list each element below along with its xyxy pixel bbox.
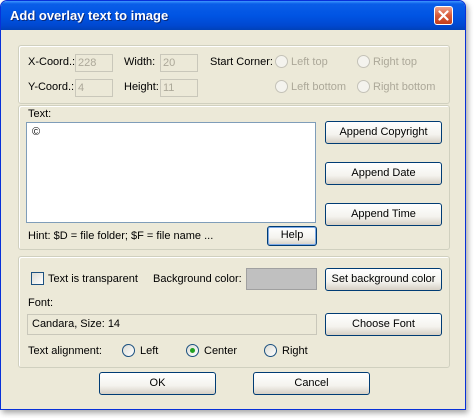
overlay-text-value: © <box>32 126 41 138</box>
transparent-label: Text is transparent <box>48 273 138 285</box>
text-label: Text: <box>28 108 52 120</box>
y-coord-label: Y-Coord.: <box>28 81 75 93</box>
align-center-label: Center <box>204 345 238 357</box>
align-left-label: Left <box>140 345 159 357</box>
align-right-label: Right <box>282 345 308 357</box>
overlay-text-area[interactable]: © <box>26 122 316 223</box>
corner-left-bottom-radio[interactable] <box>275 80 288 93</box>
bg-color-label: Background color: <box>153 273 242 285</box>
align-center-radio[interactable] <box>186 344 199 357</box>
ok-button[interactable]: OK <box>99 372 216 395</box>
help-button[interactable]: Help <box>267 226 317 246</box>
height-label: Height: <box>124 81 159 93</box>
hint-text: Hint: $D = file folder; $F = file name .… <box>28 230 214 242</box>
window-title: Add overlay text to image <box>10 8 169 23</box>
corner-right-bottom-radio[interactable] <box>357 80 370 93</box>
align-left-radio[interactable] <box>122 344 135 357</box>
cancel-button[interactable]: Cancel <box>253 372 370 395</box>
append-time-button[interactable]: Append Time <box>325 203 442 226</box>
corner-left-top-radio[interactable] <box>275 55 288 68</box>
width-field[interactable]: 20 <box>160 54 198 72</box>
corner-right-top-radio[interactable] <box>357 55 370 68</box>
dialog-window: Add overlay text to image X-Coord.: 228 … <box>0 0 466 410</box>
width-label: Width: <box>124 56 156 68</box>
close-button[interactable] <box>434 6 453 25</box>
append-copyright-button[interactable]: Append Copyright <box>325 121 442 144</box>
x-coord-field[interactable]: 228 <box>75 54 113 72</box>
font-label: Font: <box>28 297 54 309</box>
align-right-radio[interactable] <box>264 344 277 357</box>
close-icon <box>438 10 449 21</box>
choose-font-button[interactable]: Choose Font <box>325 313 442 336</box>
corner-left-bottom-label: Left bottom <box>291 81 347 93</box>
transparent-checkbox[interactable] <box>31 272 44 285</box>
set-bg-color-button[interactable]: Set background color <box>325 268 442 291</box>
corner-left-top-label: Left top <box>291 56 328 68</box>
bg-color-swatch <box>246 268 317 290</box>
title-bar[interactable]: Add overlay text to image <box>1 1 465 30</box>
x-coord-label: X-Coord.: <box>28 56 76 68</box>
radio-selected-dot <box>190 348 195 353</box>
start-corner-label: Start Corner: <box>210 56 273 68</box>
corner-right-bottom-label: Right bottom <box>373 81 436 93</box>
corner-right-top-label: Right top <box>373 56 418 68</box>
y-coord-field[interactable]: 4 <box>75 79 113 97</box>
append-date-button[interactable]: Append Date <box>325 162 442 185</box>
font-field: Candara, Size: 14 <box>27 314 317 335</box>
height-field[interactable]: 11 <box>160 79 198 97</box>
alignment-label: Text alignment: <box>28 345 102 357</box>
